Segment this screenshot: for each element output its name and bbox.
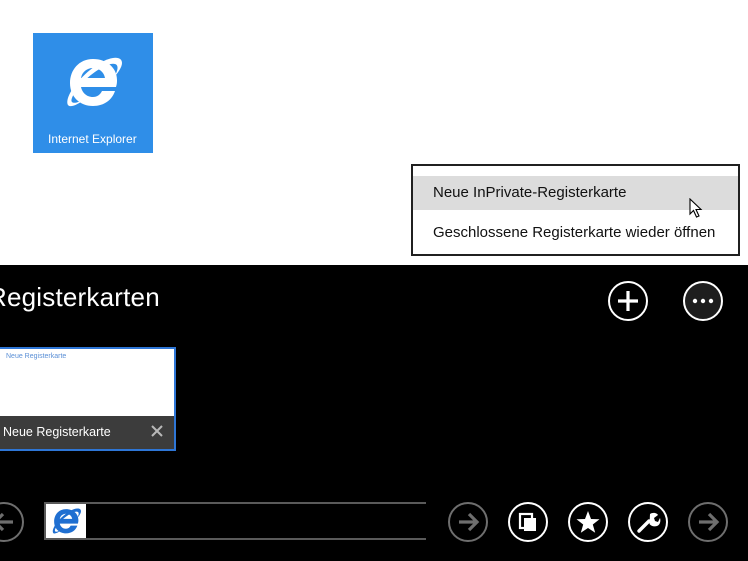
- internet-explorer-icon: [52, 508, 81, 534]
- tabs-app-bar: Registerkarten Neue Registerkarte Neue R…: [0, 265, 748, 561]
- ellipsis-icon: [692, 298, 714, 304]
- plus-icon: [618, 291, 638, 311]
- menu-item-label: Neue InPrivate-Registerkarte: [433, 184, 627, 201]
- address-bar: [44, 502, 434, 540]
- back-button[interactable]: [0, 502, 24, 542]
- internet-explorer-tile[interactable]: Internet Explorer: [33, 33, 153, 153]
- go-arrow-icon: [459, 512, 480, 532]
- favorites-button[interactable]: [568, 502, 608, 542]
- wrench-icon: [637, 512, 661, 533]
- internet-explorer-icon: [67, 57, 122, 107]
- page-tools-button[interactable]: [628, 502, 668, 542]
- site-favicon: [46, 504, 86, 538]
- forward-button[interactable]: [688, 502, 728, 542]
- back-arrow-icon: [0, 512, 13, 532]
- mouse-cursor-icon: [689, 198, 703, 218]
- star-icon: [576, 511, 600, 533]
- tabs-icon: [518, 512, 536, 531]
- tab-label: Neue Registerkarte: [3, 425, 111, 439]
- go-button[interactable]: [448, 502, 488, 542]
- menu-item-reopen-closed-tab[interactable]: Geschlossene Registerkarte wieder öffnen: [413, 216, 738, 256]
- menu-item-label: Geschlossene Registerkarte wieder öffnen: [433, 224, 716, 241]
- close-tab-icon[interactable]: [150, 424, 164, 438]
- tab-preview-text: Neue Registerkarte: [6, 353, 67, 360]
- tab-label-bar: Neue Registerkarte: [0, 416, 174, 449]
- tile-label: Internet Explorer: [48, 132, 137, 146]
- tab-context-menu: Neue InPrivate-Registerkarte Geschlossen…: [411, 164, 740, 256]
- tab-thumbnail[interactable]: Neue Registerkarte Neue Registerkarte: [0, 347, 176, 451]
- tab-options-button[interactable]: [683, 281, 723, 321]
- tabs-button[interactable]: [508, 502, 548, 542]
- menu-item-new-inprivate-tab[interactable]: Neue InPrivate-Registerkarte: [413, 176, 738, 218]
- forward-arrow-icon: [699, 512, 720, 532]
- new-tab-button[interactable]: [608, 281, 648, 321]
- address-input[interactable]: [88, 504, 434, 538]
- tabs-title: Registerkarten: [0, 282, 160, 312]
